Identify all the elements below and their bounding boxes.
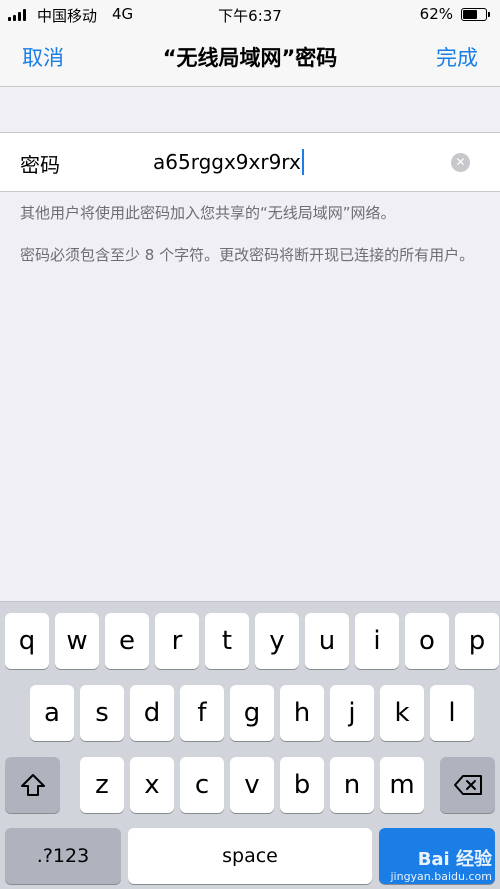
key-b[interactable]: b [280,757,324,813]
key-v[interactable]: v [230,757,274,813]
key-d[interactable]: d [130,685,174,741]
keyboard: qwertyuiop asdfghjkl zxcvbnm .?123 space… [0,601,500,889]
password-row: 密码 a65rggx9xr9rx ✕ [0,132,500,192]
key-f[interactable]: f [180,685,224,741]
key-e[interactable]: e [105,613,149,669]
key-a[interactable]: a [30,685,74,741]
requirement-note: 密码必须包含至少 8 个字符。更改密码将断开现已连接的所有用户。 [20,246,475,264]
share-note: 其他用户将使用此密码加入您共享的“无线局域网”网络。 [20,204,396,222]
backspace-icon [453,775,482,795]
key-y[interactable]: y [255,613,299,669]
key-g[interactable]: g [230,685,274,741]
key-o[interactable]: o [405,613,449,669]
done-button[interactable]: 完成 [436,42,478,72]
key-z[interactable]: z [80,757,124,813]
delete-key[interactable] [440,757,495,813]
key-x[interactable]: x [130,757,174,813]
key-q[interactable]: q [5,613,49,669]
password-value: a65rggx9xr9rx [153,150,301,174]
key-c[interactable]: c [180,757,224,813]
key-h[interactable]: h [280,685,324,741]
space-key[interactable]: space [128,828,372,884]
key-t[interactable]: t [205,613,249,669]
clear-icon[interactable]: ✕ [451,153,470,172]
key-j[interactable]: j [330,685,374,741]
password-label: 密码 [20,153,60,177]
key-m[interactable]: m [380,757,424,813]
password-input[interactable]: a65rggx9xr9rx [153,149,304,175]
battery-level-fill [463,10,477,19]
page-title: “无线局域网”密码 [162,46,338,70]
numbers-key[interactable]: .?123 [5,828,121,884]
key-l[interactable]: l [430,685,474,741]
battery-percent: 62% [419,5,453,23]
key-r[interactable]: r [155,613,199,669]
key-k[interactable]: k [380,685,424,741]
status-bar: 中国移动 4G 下午6:37 62% [0,0,500,28]
return-key[interactable] [379,828,495,884]
cancel-button[interactable]: 取消 [22,42,64,72]
key-p[interactable]: p [455,613,499,669]
key-n[interactable]: n [330,757,374,813]
navigation-bar: 取消 “无线局域网”密码 完成 [0,28,500,87]
key-u[interactable]: u [305,613,349,669]
key-s[interactable]: s [80,685,124,741]
text-cursor [301,149,304,175]
battery-icon [461,8,491,21]
shift-icon [20,774,45,796]
key-i[interactable]: i [355,613,399,669]
shift-key[interactable] [5,757,60,813]
key-w[interactable]: w [55,613,99,669]
